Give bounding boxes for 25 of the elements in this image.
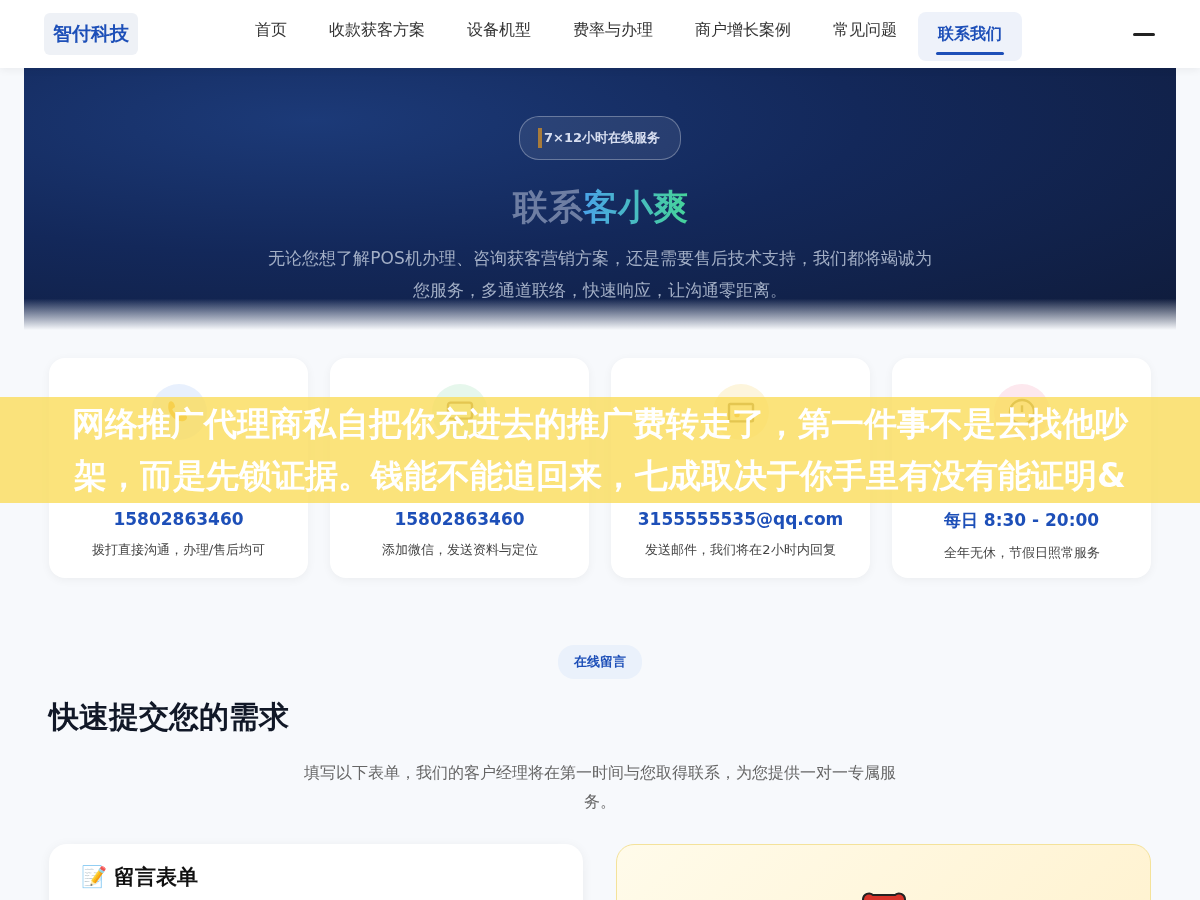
contact-note: 拨打直接沟通，办理/售后均可 xyxy=(91,541,266,559)
form-title: 📝 留言表单 xyxy=(81,864,200,890)
contact-value: 每日 8:30 - 20:00 xyxy=(943,509,1100,532)
service-badge: 7×12小时在线服务 xyxy=(519,116,681,160)
section-heading: 快速提交您的需求 xyxy=(49,698,290,736)
contact-note: 添加微信，发送资料与定位 xyxy=(381,541,538,559)
nav-link[interactable]: 联系我们 xyxy=(918,11,1022,61)
contact-value: 15802863460 xyxy=(113,509,244,529)
section-description: 填写以下表单，我们的客户经理将在第一时间与您取得联系，为您提供一对一专属服务。 xyxy=(303,762,897,813)
contact-note: 发送邮件，我们将在2小时内回复 xyxy=(645,541,836,559)
nav-link[interactable]: 收款获客方案 xyxy=(308,7,446,61)
section-badge: 在线留言 xyxy=(558,645,642,679)
banner-text: 网络推广代理商私自把你充进去的推广费转走了，第一件事不是去找他吵架，而是先锁证据。钱能不能追回来，七成取决于你手里有没有能证明& xyxy=(71,403,1130,497)
hero-heading: 联系客小爽 xyxy=(512,186,688,228)
nav-link[interactable]: 首页 xyxy=(234,7,308,61)
site-logo[interactable]: 智付科技 xyxy=(44,13,138,55)
nav-link[interactable]: 设备机型 xyxy=(446,7,552,61)
contact-note: 全年无休，节假日照常服务 xyxy=(943,544,1100,562)
contact-value: 15802863460 xyxy=(394,509,525,529)
menu-icon[interactable] xyxy=(1133,32,1155,36)
hero-description: 无论您想了解POS机办理、咨询获客营销方案，还是需要售后技术支持，我们都将竭诚为您服务，多通道联络，快速响应，让沟通零距离。 xyxy=(267,247,933,302)
nav-link[interactable]: 费率与办理 xyxy=(552,7,674,61)
nav-link[interactable]: 商户增长案例 xyxy=(674,7,812,61)
contact-value: 3155555535@qq.com xyxy=(637,509,844,529)
nav-link[interactable]: 常见问题 xyxy=(812,7,918,61)
